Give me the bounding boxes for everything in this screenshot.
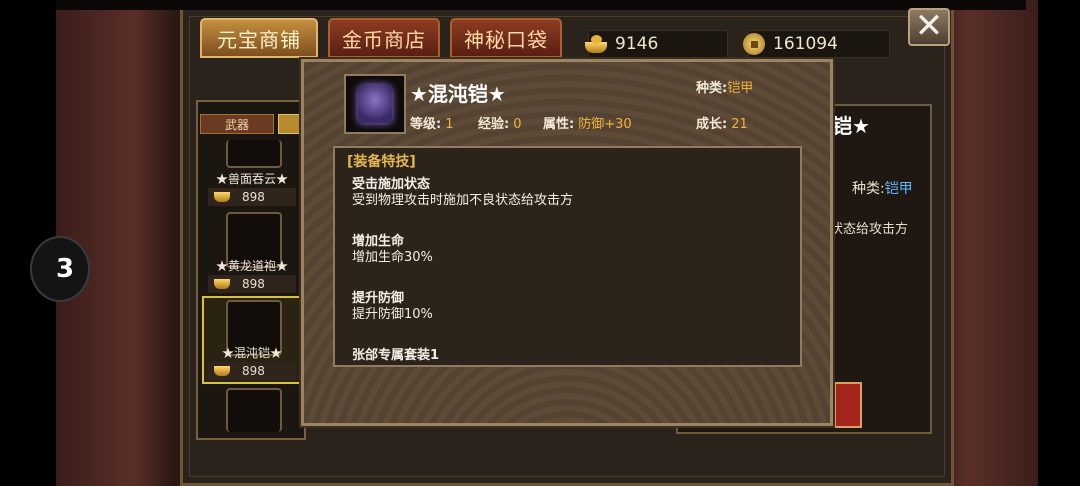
item-price: 898 <box>208 275 296 293</box>
growth-label: 成长: <box>696 117 728 132</box>
tab-yuanbao-shop[interactable]: 元宝商铺 <box>200 18 318 58</box>
skill-name: 增加生命 <box>352 234 405 249</box>
detail-title-fragment: 铠★ <box>832 114 870 138</box>
ingot-balance: 9146 <box>585 30 728 58</box>
skill-desc: 受到物理攻击时施加不良状态给攻击方 <box>352 193 574 208</box>
coin-balance: 161094 <box>743 30 890 58</box>
detail-type-value: 铠甲 <box>884 181 913 197</box>
gold-coin-icon <box>743 33 765 55</box>
skill-entry: 张郃专属套装1 <box>352 348 439 364</box>
skill-entry: 增加生命 增加生命30% <box>352 234 433 266</box>
skill-name: 受击施加状态 <box>352 177 431 192</box>
side-floating-logo[interactable]: 3 <box>30 236 90 302</box>
skill-name: 提升防御 <box>352 291 405 306</box>
item-price: 898 <box>208 188 296 206</box>
tab-gold-shop[interactable]: 金币商店 <box>328 18 440 58</box>
chaos-armor-icon <box>344 74 406 134</box>
skill-entry: 受击施加状态 受到物理攻击时施加不良状态给攻击方 <box>352 177 573 209</box>
item-name: ★混沌铠★ <box>221 346 282 360</box>
close-icon: ✕ <box>914 6 944 46</box>
ingot-icon <box>214 279 230 289</box>
item-title: ★混沌铠★ <box>410 82 506 106</box>
attr-value: 防御+30 <box>578 117 632 132</box>
coin-amount: 161094 <box>773 34 838 54</box>
buy-button-edge[interactable] <box>834 382 862 428</box>
price-value: 898 <box>242 364 265 378</box>
detail-type-label: 种类: <box>852 181 885 197</box>
skill-entry: 提升防御 提升防御10% <box>352 291 433 323</box>
item-growth: 成长: 21 <box>696 113 748 132</box>
gold-ingot-icon <box>583 35 609 53</box>
ingot-icon <box>214 366 230 376</box>
item-name: ★黄龙道袍★ <box>215 259 288 273</box>
tab-mystery-bag[interactable]: 神秘口袋 <box>450 18 562 58</box>
item-price: 898 <box>208 362 296 380</box>
close-button[interactable]: ✕ <box>908 8 950 46</box>
list-item[interactable]: ★黄龙道袍★ 898 <box>204 212 300 296</box>
detail-type: 种类:铠甲 <box>852 178 913 198</box>
detail-text-fragment: 状态给攻击方 <box>830 222 909 237</box>
exp-label: 经验: <box>478 117 510 132</box>
price-value: 898 <box>242 277 265 291</box>
item-attribute: 属性: 防御+30 <box>543 113 632 132</box>
type-label: 种类: <box>696 81 728 96</box>
item-icon <box>226 388 282 432</box>
ingot-icon <box>214 192 230 202</box>
exp-value: 0 <box>513 117 522 132</box>
list-item[interactable]: ★兽面吞云★ 898 <box>204 140 300 208</box>
ingot-amount: 9146 <box>615 34 659 54</box>
skill-desc: 提升防御10% <box>352 307 433 322</box>
growth-value: 21 <box>731 117 748 132</box>
skill-name: 张郃专属套装1 <box>352 348 440 363</box>
item-icon <box>226 140 282 168</box>
list-item-selected[interactable]: ★混沌铠★ 898 <box>202 296 302 384</box>
category-weapon[interactable]: 武器 <box>200 114 274 134</box>
right-letterbox <box>1038 0 1080 486</box>
skill-desc: 增加生命30% <box>352 250 433 265</box>
level-value: 1 <box>445 117 454 132</box>
level-label: 等级: <box>410 117 442 132</box>
item-exp: 经验: 0 <box>478 113 521 132</box>
type-value: 铠甲 <box>727 81 754 96</box>
list-item[interactable] <box>204 386 300 432</box>
top-status-strip <box>56 0 1026 10</box>
price-value: 898 <box>242 190 265 204</box>
item-name: ★兽面吞云★ <box>215 172 288 186</box>
attr-label: 属性: <box>543 117 575 132</box>
skills-header: [装备特技] <box>347 154 416 170</box>
item-level: 等级: 1 <box>410 113 453 132</box>
item-type: 种类:铠甲 <box>696 77 753 96</box>
